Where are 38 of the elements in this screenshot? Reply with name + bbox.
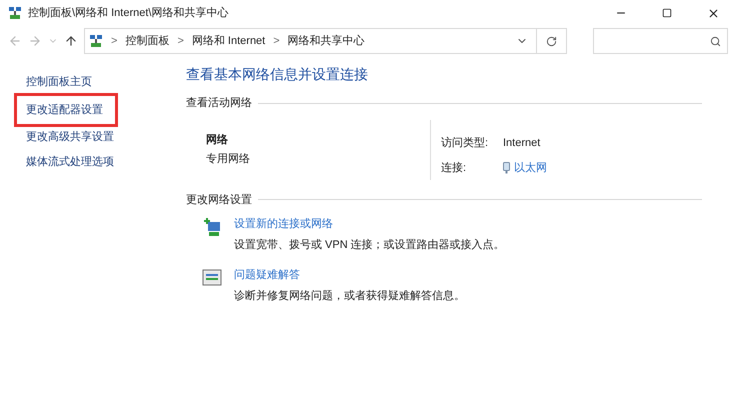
breadcrumb[interactable]: 控制面板 xyxy=(125,32,170,50)
breadcrumb-separator: > xyxy=(272,34,281,49)
section-title: 查看活动网络 xyxy=(186,96,252,111)
breadcrumb-separator: > xyxy=(176,34,185,49)
back-icon[interactable] xyxy=(8,34,22,48)
task-link[interactable]: 设置新的连接或网络 xyxy=(234,216,505,232)
window-title: 控制面板\网络和 Internet\网络和共享中心 xyxy=(28,6,228,21)
refresh-icon xyxy=(546,36,557,46)
control-panel-icon xyxy=(8,6,22,20)
refresh-button[interactable] xyxy=(537,28,567,54)
access-type: Internet xyxy=(503,136,542,150)
sidebar-link[interactable]: 更改适配器设置 xyxy=(14,92,118,127)
task-description: 设置宽带、拨号或 VPN 连接；或设置路由器或接入点。 xyxy=(234,238,505,252)
ethernet-icon xyxy=(503,162,510,174)
sidebar-link[interactable]: 更改高级共享设置 xyxy=(14,125,186,150)
field-label: 访问类型: xyxy=(441,136,490,150)
forward-icon[interactable] xyxy=(28,34,42,48)
search-icon xyxy=(710,36,721,46)
breadcrumb[interactable]: 网络和共享中心 xyxy=(288,32,365,50)
section-title: 更改网络设置 xyxy=(186,192,252,208)
up-icon[interactable] xyxy=(64,34,78,48)
breadcrumb[interactable]: 网络和 Internet xyxy=(192,32,266,50)
field-label: 连接: xyxy=(441,160,468,176)
troubleshoot-icon xyxy=(202,269,222,287)
maximize-icon xyxy=(662,8,672,18)
network-name: 网络 xyxy=(206,132,229,148)
breadcrumb-separator: > xyxy=(110,34,118,49)
task-description: 诊断并修复网络问题，或者获得疑难解答信息。 xyxy=(234,288,465,304)
connection-link[interactable]: 以太网 xyxy=(514,160,547,176)
task-link[interactable]: 问题疑难解答 xyxy=(234,267,465,284)
sidebar-link[interactable]: 媒体流式处理选项 xyxy=(14,150,186,174)
search-field[interactable] xyxy=(593,28,728,54)
network-type: 专用网络 xyxy=(206,152,251,167)
close-icon xyxy=(706,6,720,20)
location-icon xyxy=(89,34,103,48)
page-heading: 查看基本网络信息并设置连接 xyxy=(186,65,369,84)
sidebar-link[interactable]: 控制面板主页 xyxy=(14,70,186,94)
address-bar[interactable]: > 控制面板 > 网络和 Internet > 网络和共享中心 xyxy=(84,28,537,54)
